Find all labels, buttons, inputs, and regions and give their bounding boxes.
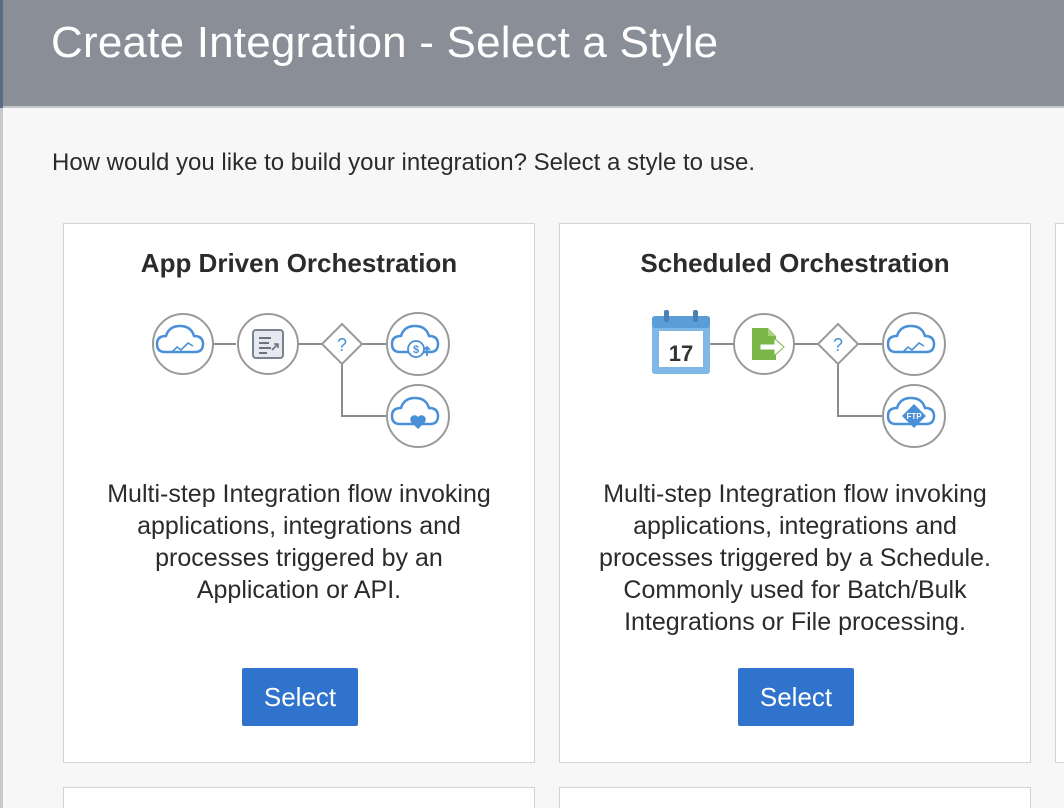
svg-text:FTP: FTP	[906, 412, 922, 421]
style-card-row2-left[interactable]	[63, 787, 535, 808]
description-line: Integrations or File processing.	[624, 608, 966, 636]
select-app-driven-button[interactable]: Select	[242, 668, 358, 726]
style-card-partial[interactable]	[1055, 223, 1064, 763]
description-line: Multi-step Integration flow invoking	[603, 480, 987, 508]
switch-icon: ?	[816, 322, 860, 366]
card-description: Multi-step Integration flow invoking app…	[560, 478, 1030, 638]
cloud-icon	[882, 312, 946, 376]
dialog-title: Create Integration - Select a Style	[51, 18, 719, 67]
cloud-ftp-icon: FTP	[882, 384, 946, 448]
card-title: App Driven Orchestration	[140, 248, 458, 278]
cloud-heart-icon	[386, 384, 450, 448]
description-line: applications, integrations and	[633, 512, 957, 540]
scheduled-flow-diagram: 17 ? FTP	[652, 310, 946, 448]
calendar-icon: 17	[652, 310, 710, 374]
description-line: applications, integrations and	[137, 512, 461, 540]
mapper-icon	[237, 313, 299, 375]
svg-text:?: ?	[337, 335, 347, 355]
style-card-row2-right[interactable]	[559, 787, 1031, 808]
select-scheduled-button[interactable]: Select	[738, 668, 854, 726]
dialog-header: Create Integration - Select a Style	[3, 0, 1064, 108]
description-line: processes triggered by an	[155, 544, 443, 572]
svg-text:?: ?	[833, 335, 843, 355]
style-card-scheduled[interactable]: Scheduled Orchestration 17 ? FTP Multi-s…	[559, 223, 1031, 763]
app-driven-flow-diagram: ? $	[152, 312, 450, 448]
cloud-dollar-icon: $	[386, 312, 450, 376]
svg-text:$: $	[413, 344, 419, 356]
card-title: Scheduled Orchestration	[640, 248, 950, 278]
cloud-trigger-icon	[152, 313, 214, 375]
file-export-icon	[733, 313, 795, 375]
style-card-app-driven[interactable]: App Driven Orchestration ? $ Multi-step …	[63, 223, 535, 763]
svg-text:17: 17	[669, 341, 693, 366]
dialog-prompt: How would you like to build your integra…	[52, 149, 756, 176]
description-line: Multi-step Integration flow invoking	[107, 480, 491, 508]
card-description: Multi-step Integration flow invoking app…	[64, 478, 534, 606]
description-line: processes triggered by a Schedule.	[599, 544, 991, 572]
switch-icon: ?	[320, 322, 364, 366]
description-line: Application or API.	[196, 576, 402, 604]
description-line: Commonly used for Batch/Bulk	[623, 576, 967, 604]
create-integration-dialog: Create Integration - Select a Style How …	[3, 0, 1064, 808]
